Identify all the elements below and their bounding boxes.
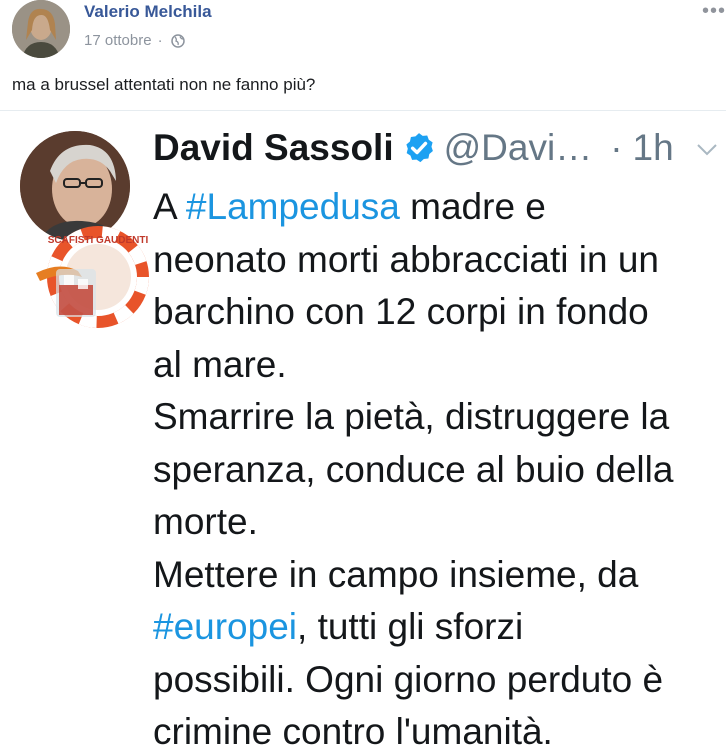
tweet-time[interactable]: 1h (633, 127, 674, 169)
hashtag-link[interactable]: #Lampedusa (186, 186, 400, 227)
tweet-line: Smarrire la pietà, distruggere la (153, 396, 670, 437)
tweet-separator: · (610, 127, 623, 168)
author-avatar[interactable] (12, 0, 70, 58)
tweet-line: possibili. Ogni giorno perduto è (153, 658, 664, 700)
sticker-label: SCAFISTI GAUDENTI (48, 235, 149, 246)
post-date[interactable]: 17 ottobre (84, 32, 152, 49)
tweet-line: al mare. (153, 343, 287, 385)
tweet-image[interactable]: SCAFISTI GAUDENTI David Sassoli @Davi… ·… (0, 110, 726, 745)
post-meta: 17 ottobre · (84, 32, 185, 49)
tweet-line: neonato morti abbracciati in un (153, 238, 659, 280)
meta-separator: · (157, 32, 163, 49)
more-options-icon[interactable]: ••• (702, 0, 726, 23)
verified-badge-icon (406, 133, 433, 163)
scafisti-gaudenti-sticker: SCAFISTI GAUDENTI (36, 226, 149, 328)
post-text: ma a brussel attentati non ne fanno più? (12, 75, 316, 94)
tweet-body: A #Lampedusa madre e neonato morti abbra… (153, 181, 723, 745)
tweet-line: speranza, conduce al buio della (153, 448, 674, 490)
tweet-line: A #Lampedusa madre e (153, 186, 546, 227)
tweet-line: crimine contro l'umanità. (153, 711, 553, 745)
tweet-line: Mettere in campo insieme, da (153, 553, 639, 595)
tweet-author-name[interactable]: David Sassoli (153, 127, 394, 169)
hashtag-link[interactable]: #europei (153, 606, 297, 647)
chevron-down-icon[interactable] (696, 143, 718, 157)
tweet-handle[interactable]: @Davi… (444, 127, 593, 169)
tweet-line: #europei, tutti gli sforzi (153, 606, 524, 647)
tweet-line: barchino con 12 corpi in fondo (153, 291, 649, 332)
tweet-line: morte. (153, 501, 258, 542)
globe-icon (170, 33, 185, 48)
author-name[interactable]: Valerio Melchila (84, 2, 212, 22)
tweet-header: David Sassoli @Davi… · 1h (153, 127, 674, 169)
